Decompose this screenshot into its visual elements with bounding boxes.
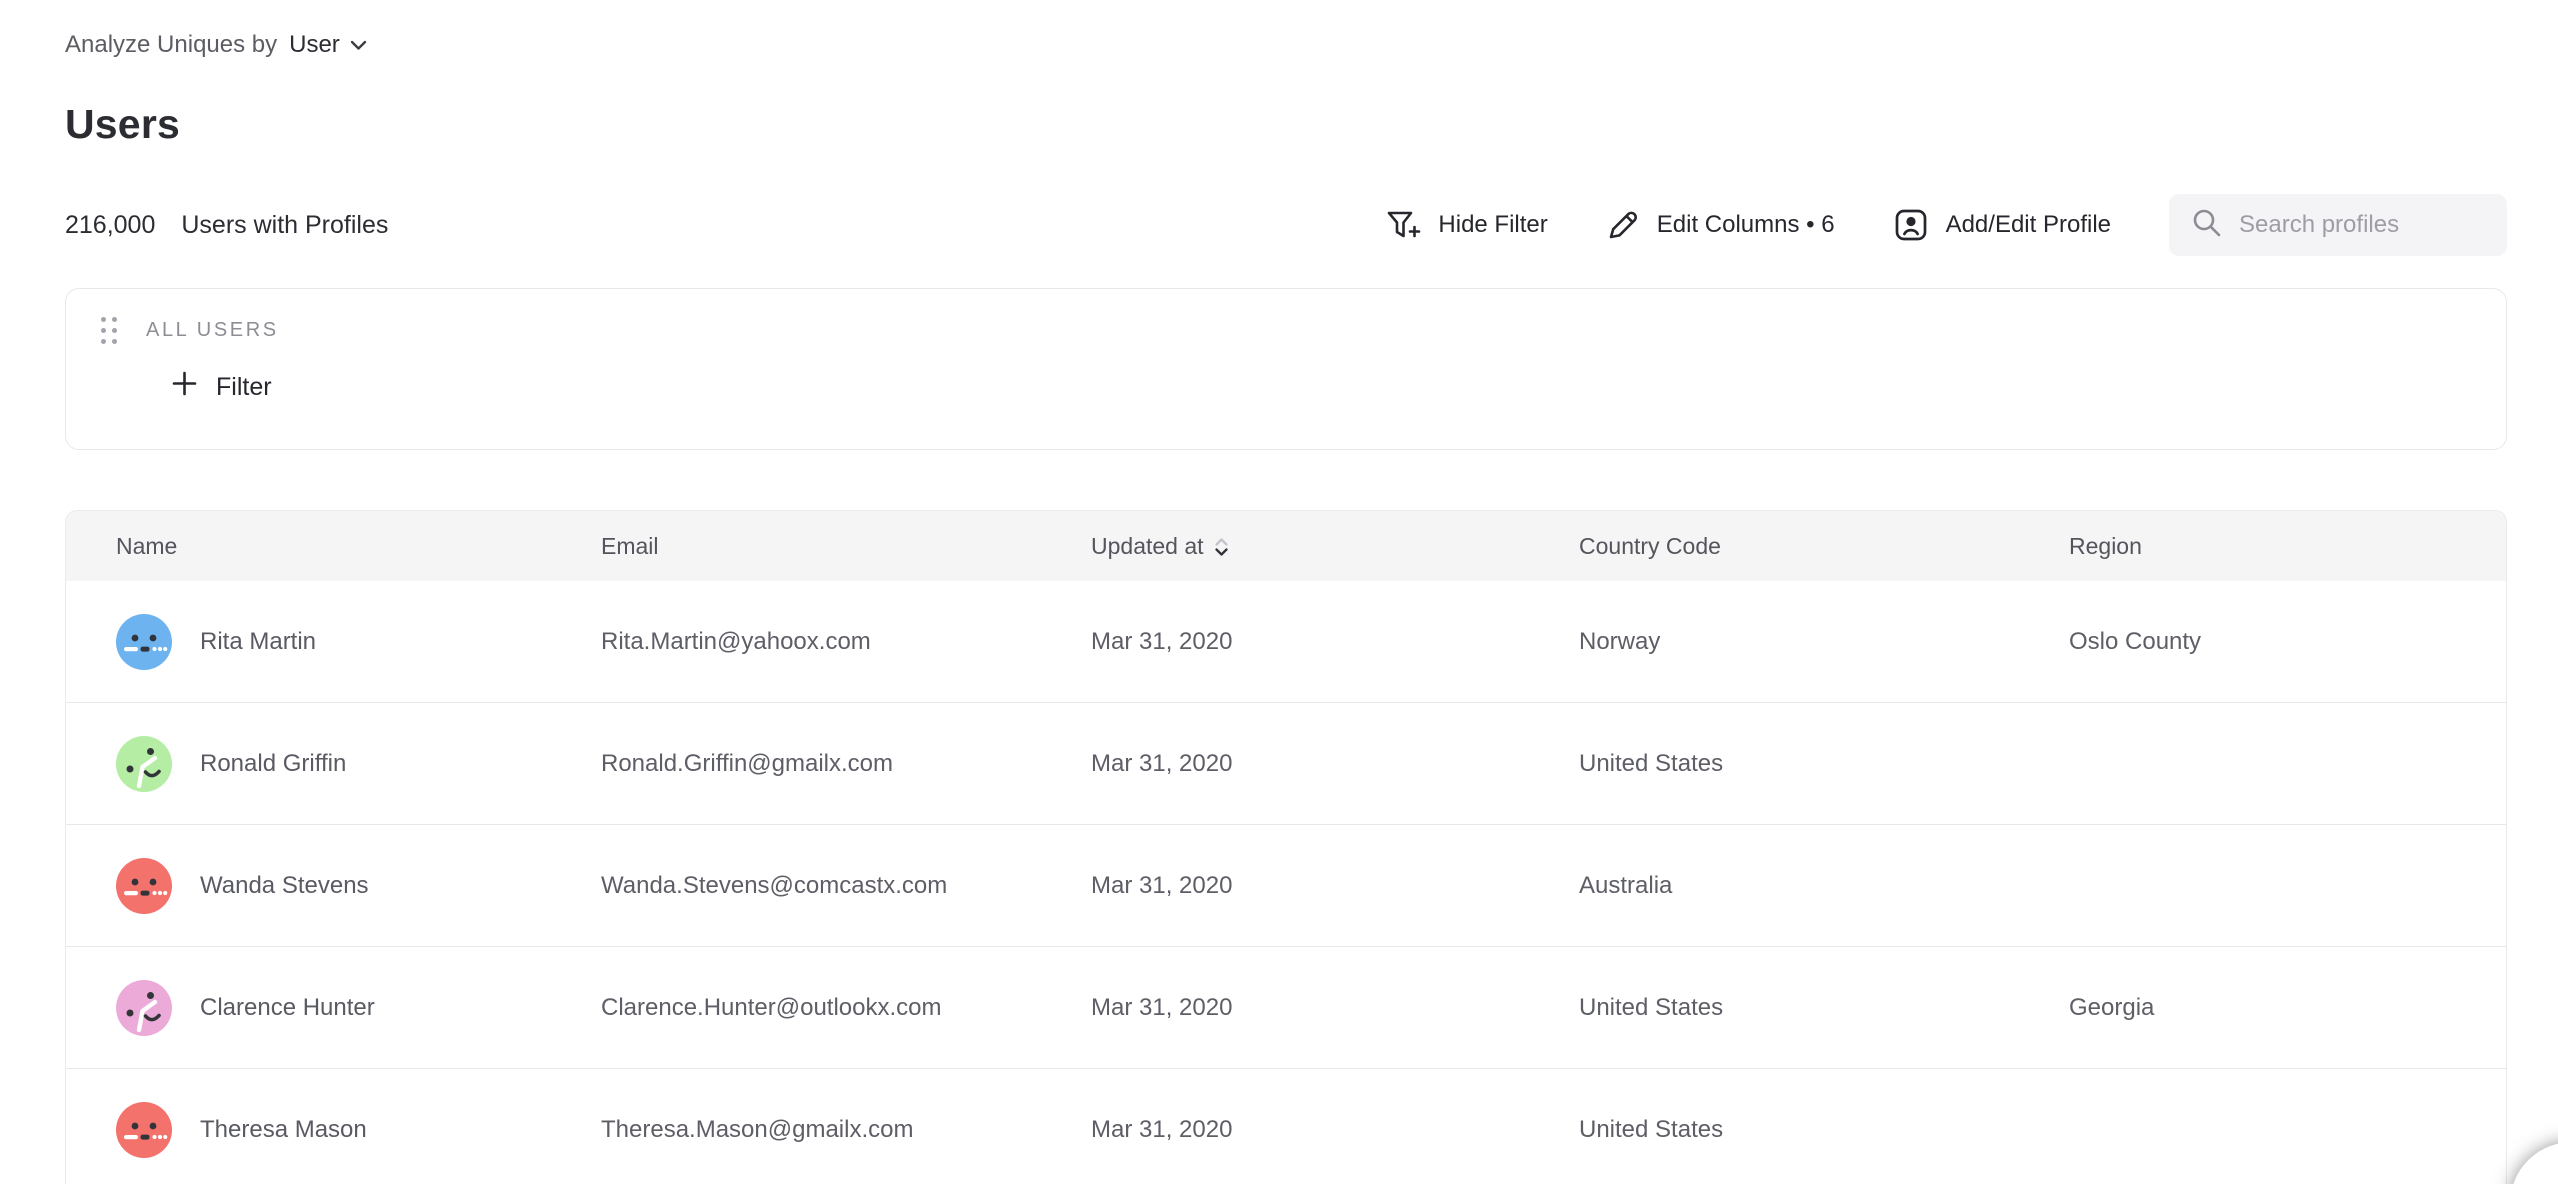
add-edit-profile-button[interactable]: Add/Edit Profile <box>1893 207 2111 243</box>
cell-country-code: Norway <box>1579 628 2069 656</box>
cell-name: Clarence Hunter <box>116 980 601 1036</box>
cell-email: Wanda.Stevens@comcastx.com <box>601 872 1091 900</box>
users-table: Name Email Updated at Country Code Regio… <box>65 510 2507 1184</box>
cell-email: Clarence.Hunter@outlookx.com <box>601 994 1091 1022</box>
column-header-email[interactable]: Email <box>601 533 1091 560</box>
table-row[interactable]: Wanda Stevens Wanda.Stevens@comcastx.com… <box>66 825 2506 947</box>
avatar <box>116 1102 172 1158</box>
user-name[interactable]: Clarence Hunter <box>200 994 375 1022</box>
cell-updated-at: Mar 31, 2020 <box>1091 628 1579 656</box>
table-body: Rita Martin Rita.Martin@yahoox.com Mar 3… <box>66 581 2506 1184</box>
cell-country-code: Australia <box>1579 872 2069 900</box>
sort-icon[interactable] <box>1214 537 1229 557</box>
search-profiles-input[interactable] <box>2239 211 2479 239</box>
profile-count-label: Users with Profiles <box>181 211 388 240</box>
plus-icon <box>171 370 198 404</box>
cell-email: Rita.Martin@yahoox.com <box>601 628 1091 656</box>
profile-count-value: 216,000 <box>65 211 155 240</box>
edit-columns-label: Edit Columns • 6 <box>1657 211 1835 239</box>
help-fab-cutoff[interactable] <box>2510 1142 2558 1184</box>
cell-updated-at: Mar 31, 2020 <box>1091 994 1579 1022</box>
cell-name: Ronald Griffin <box>116 736 601 792</box>
avatar <box>116 736 172 792</box>
cell-updated-at: Mar 31, 2020 <box>1091 872 1579 900</box>
add-filter-label: Filter <box>216 373 272 402</box>
cell-email: Ronald.Griffin@gmailx.com <box>601 750 1091 778</box>
analyze-uniques-bar: Analyze Uniques by User <box>65 30 2558 60</box>
filter-panel: ALL USERS Filter <box>65 288 2507 450</box>
hide-filter-button[interactable]: Hide Filter <box>1386 208 1547 242</box>
cell-region: Oslo County <box>2069 628 2506 656</box>
search-icon <box>2191 207 2223 244</box>
search-profiles-box[interactable] <box>2169 194 2507 256</box>
pencil-icon <box>1606 208 1640 242</box>
funnel-plus-icon <box>1386 208 1421 242</box>
cell-name: Wanda Stevens <box>116 858 601 914</box>
user-name[interactable]: Theresa Mason <box>200 1116 367 1144</box>
cell-email: Theresa.Mason@gmailx.com <box>601 1116 1091 1144</box>
column-header-updated-at[interactable]: Updated at <box>1091 533 1579 560</box>
avatar <box>116 614 172 670</box>
page-title: Users <box>65 98 2558 150</box>
chevron-down-icon[interactable] <box>350 40 367 51</box>
cell-country-code: United States <box>1579 750 2069 778</box>
profile-count: 216,000 Users with Profiles <box>65 211 388 240</box>
toolbar-actions: Hide Filter Edit Columns • 6 Add/Edit Pr… <box>1386 194 2507 256</box>
table-row[interactable]: Rita Martin Rita.Martin@yahoox.com Mar 3… <box>66 581 2506 703</box>
cell-updated-at: Mar 31, 2020 <box>1091 1116 1579 1144</box>
cell-region: Georgia <box>2069 994 2506 1022</box>
table-row[interactable]: Theresa Mason Theresa.Mason@gmailx.com M… <box>66 1069 2506 1184</box>
analyze-uniques-label: Analyze Uniques by <box>65 31 277 59</box>
column-header-name[interactable]: Name <box>116 533 601 560</box>
hide-filter-label: Hide Filter <box>1438 211 1547 239</box>
user-name[interactable]: Rita Martin <box>200 628 316 656</box>
profile-badge-icon <box>1893 207 1929 243</box>
table-row[interactable]: Ronald Griffin Ronald.Griffin@gmailx.com… <box>66 703 2506 825</box>
user-name[interactable]: Wanda Stevens <box>200 872 369 900</box>
cell-name: Theresa Mason <box>116 1102 601 1158</box>
add-edit-profile-label: Add/Edit Profile <box>1946 211 2111 239</box>
table-row[interactable]: Clarence Hunter Clarence.Hunter@outlookx… <box>66 947 2506 1069</box>
analyze-uniques-value[interactable]: User <box>289 31 340 59</box>
cell-country-code: United States <box>1579 1116 2069 1144</box>
edit-columns-button[interactable]: Edit Columns • 6 <box>1606 208 1835 242</box>
action-row: 216,000 Users with Profiles Hide Filter … <box>65 194 2507 256</box>
user-name[interactable]: Ronald Griffin <box>200 750 346 778</box>
avatar <box>116 858 172 914</box>
cell-name: Rita Martin <box>116 614 601 670</box>
cell-updated-at: Mar 31, 2020 <box>1091 750 1579 778</box>
column-header-region[interactable]: Region <box>2069 533 2506 560</box>
filter-group-row: ALL USERS <box>101 317 2506 344</box>
users-page: Analyze Uniques by User Users 216,000 Us… <box>0 0 2558 1184</box>
filter-group-label: ALL USERS <box>146 319 279 342</box>
cell-country-code: United States <box>1579 994 2069 1022</box>
table-header-row: Name Email Updated at Country Code Regio… <box>66 511 2506 581</box>
avatar <box>116 980 172 1036</box>
add-filter-button[interactable]: Filter <box>171 370 272 404</box>
column-header-country-code[interactable]: Country Code <box>1579 533 2069 560</box>
drag-handle-icon[interactable] <box>101 317 117 344</box>
